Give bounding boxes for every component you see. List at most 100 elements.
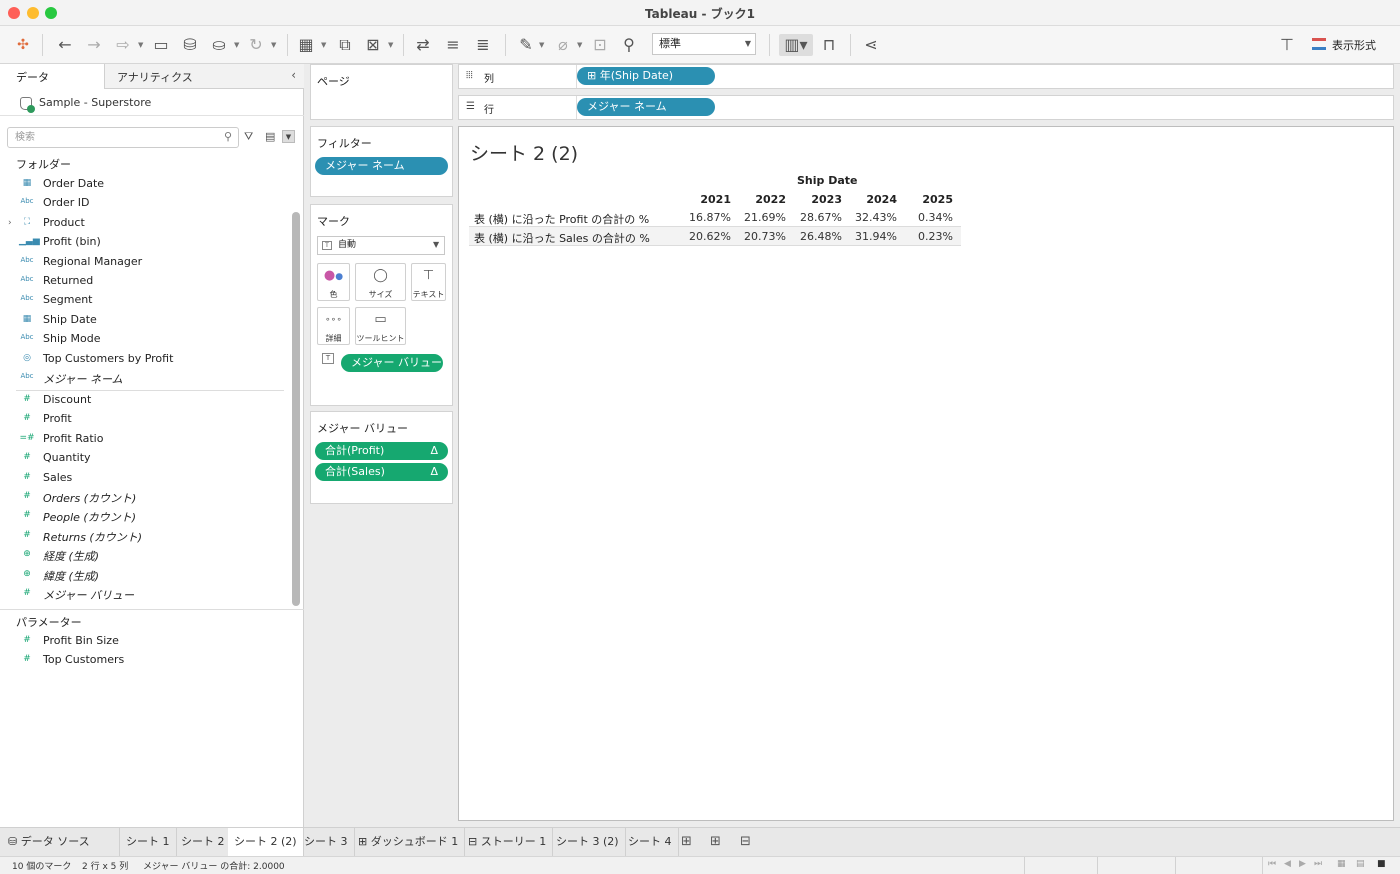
field-item[interactable]: # Quantity (0, 450, 290, 469)
field-item[interactable]: # Orders (カウント) (0, 489, 290, 508)
measure-value-pill-profit[interactable]: 合計(Profit) Δ (315, 442, 448, 460)
detail-button[interactable]: ∘∘∘ 詳細 (317, 307, 350, 345)
table-cell[interactable]: 20.73% (736, 230, 786, 243)
last-page-icon[interactable]: ⏭ (1314, 859, 1322, 869)
pane-menu-icon[interactable]: ▼ (282, 130, 295, 143)
tableau-logo-icon[interactable]: ✣ (12, 34, 34, 56)
sheet-tab[interactable]: シート 1 (120, 828, 177, 856)
sheet-tab[interactable]: シート 2 (2) (228, 828, 304, 856)
field-item[interactable]: ▦ Ship Date (0, 312, 290, 331)
field-item[interactable]: ⊕ 緯度 (生成) (0, 567, 290, 586)
color-button[interactable]: ●● 色 (317, 263, 350, 301)
sort-descending-icon[interactable]: ≣ (472, 34, 494, 56)
field-item[interactable]: # メジャー バリュー (0, 586, 290, 605)
field-item[interactable]: Abc Order ID (0, 195, 290, 214)
save-icon[interactable]: ▭ (150, 34, 172, 56)
sheet-tab[interactable]: シート 4 (622, 828, 679, 856)
sheet-sorter-icon[interactable]: ▦ (1337, 859, 1346, 869)
clear-dropdown-icon[interactable]: ▼ (388, 41, 393, 49)
fix-axes-icon[interactable]: ⚲ (618, 34, 640, 56)
filter-icon[interactable]: ⛛ (244, 130, 253, 144)
sheet-tab[interactable]: ⊞ ダッシュボード 1 (352, 828, 466, 856)
tooltip-toggle-icon[interactable]: ⊤ (1276, 34, 1298, 56)
new-worksheet-tab-icon[interactable]: ⊞ (681, 834, 692, 849)
field-item[interactable]: # People (カウント) (0, 508, 290, 527)
field-item[interactable]: ▁▃▅ Profit (bin) (0, 234, 290, 253)
measure-value-pill-sales[interactable]: 合計(Sales) Δ (315, 463, 448, 481)
year-header[interactable]: 2024 (853, 193, 897, 206)
group-dropdown-icon[interactable]: ▼ (577, 41, 582, 49)
year-header[interactable]: 2022 (742, 193, 786, 206)
show-cards-icon[interactable]: ▥▾ (779, 34, 813, 56)
tab-data[interactable]: データ (0, 64, 105, 89)
chevron-down-icon[interactable]: ▼ (433, 240, 439, 249)
columns-shelf[interactable]: ⦙⦙⦙ 列 ⊞ 年(Ship Date) (458, 64, 1394, 89)
column-header-ship-date[interactable]: Ship Date (797, 174, 858, 187)
swap-rows-columns-icon[interactable]: ⇄ (412, 34, 434, 56)
field-item[interactable]: # Profit (0, 411, 290, 430)
field-item[interactable]: Abc メジャー ネーム (0, 370, 290, 389)
year-header[interactable]: 2021 (687, 193, 731, 206)
redo-icon[interactable]: → (83, 34, 105, 56)
field-item[interactable]: # Returns (カウント) (0, 528, 290, 547)
tabs-view-icon[interactable]: ■ (1377, 859, 1386, 869)
data-pane-scrollbar[interactable] (292, 212, 300, 606)
filter-pill-measure-names[interactable]: メジャー ネーム (315, 157, 448, 175)
search-icon[interactable]: ⚲ (224, 130, 232, 143)
sort-ascending-icon[interactable]: ≡ (442, 34, 464, 56)
first-page-icon[interactable]: ⏮ (1268, 859, 1276, 869)
show-mark-labels-icon[interactable]: ⊡ (589, 34, 611, 56)
field-item[interactable]: Abc Returned (0, 273, 290, 292)
filters-card[interactable]: フィルター メジャー ネーム (310, 126, 453, 197)
field-item[interactable]: ▦ Order Date (0, 176, 290, 195)
show-me-icon[interactable] (1312, 38, 1326, 50)
next-page-icon[interactable]: ▶ (1299, 859, 1306, 869)
prev-page-icon[interactable]: ◀ (1284, 859, 1291, 869)
columns-pill-ship-date[interactable]: ⊞ 年(Ship Date) (577, 67, 715, 85)
worksheet-view[interactable]: シート 2 (2) Ship Date 2021 2022 2023 2024 2025… (458, 126, 1394, 821)
group-members-icon[interactable]: ⌀ (552, 34, 574, 56)
clear-sheet-icon[interactable]: ⊠ (362, 34, 384, 56)
table-cell[interactable]: 0.34% (903, 211, 953, 224)
fit-select[interactable]: 標準 ▼ (652, 33, 756, 55)
field-item[interactable]: =# Profit Ratio (0, 431, 290, 450)
refresh-icon[interactable]: ↻ (245, 34, 267, 56)
sheet-tab[interactable]: ⊟ ストーリー 1 (462, 828, 554, 856)
year-header[interactable]: 2025 (909, 193, 953, 206)
table-cell[interactable]: 32.43% (847, 211, 897, 224)
duplicate-sheet-icon[interactable]: ⧉ (334, 34, 356, 56)
table-cell[interactable]: 21.69% (736, 211, 786, 224)
datasource-dropdown-icon[interactable]: ▼ (234, 41, 239, 49)
filmstrip-icon[interactable]: ▤ (1356, 859, 1365, 869)
highlight-icon[interactable]: ✎ (515, 34, 537, 56)
search-input[interactable]: 検索 (7, 127, 239, 148)
show-me-button[interactable]: 表示形式 (1332, 37, 1376, 53)
pause-updates-icon[interactable]: ⛀ (208, 34, 230, 56)
table-row[interactable]: 表 (横) に沿った Sales の合計の % 20.62% 20.73% 26.48… (469, 227, 961, 246)
row-header[interactable]: 表 (横) に沿った Sales の合計の % (474, 230, 650, 246)
table-cell[interactable]: 20.62% (681, 230, 731, 243)
row-header[interactable]: 表 (横) に沿った Profit の合計の % (474, 211, 649, 227)
table-cell[interactable]: 26.48% (792, 230, 842, 243)
table-cell[interactable]: 0.23% (903, 230, 953, 243)
field-item[interactable]: # Discount (0, 392, 290, 411)
tooltip-button[interactable]: ▭ ツールヒント (355, 307, 406, 345)
field-item[interactable]: # Sales (0, 470, 290, 489)
replay-icon[interactable]: ⇨ (112, 34, 134, 56)
chevron-left-icon[interactable]: ‹ (291, 68, 296, 82)
field-item[interactable]: # Profit Bin Size (0, 633, 290, 652)
sheet-title[interactable]: シート 2 (2) (470, 139, 578, 166)
table-row[interactable]: 表 (横) に沿った Profit の合計の % 16.87% 21.69% 28.6… (469, 208, 961, 227)
datasource-row[interactable]: Sample - Superstore (0, 90, 304, 116)
field-item[interactable]: Abc Segment (0, 292, 290, 311)
undo-icon[interactable]: ← (54, 34, 76, 56)
sheet-tab[interactable]: シート 3 (2) (550, 828, 626, 856)
presentation-mode-icon[interactable]: ⊓ (818, 34, 840, 56)
table-cell[interactable]: 16.87% (681, 211, 731, 224)
replay-dropdown-icon[interactable]: ▼ (138, 41, 143, 49)
new-dashboard-tab-icon[interactable]: ⊞ (710, 834, 721, 849)
new-worksheet-dropdown-icon[interactable]: ▼ (321, 41, 326, 49)
field-item[interactable]: ⊕ 経度 (生成) (0, 547, 290, 566)
pages-card[interactable]: ページ (310, 64, 453, 120)
new-story-tab-icon[interactable]: ⊟ (740, 834, 751, 849)
